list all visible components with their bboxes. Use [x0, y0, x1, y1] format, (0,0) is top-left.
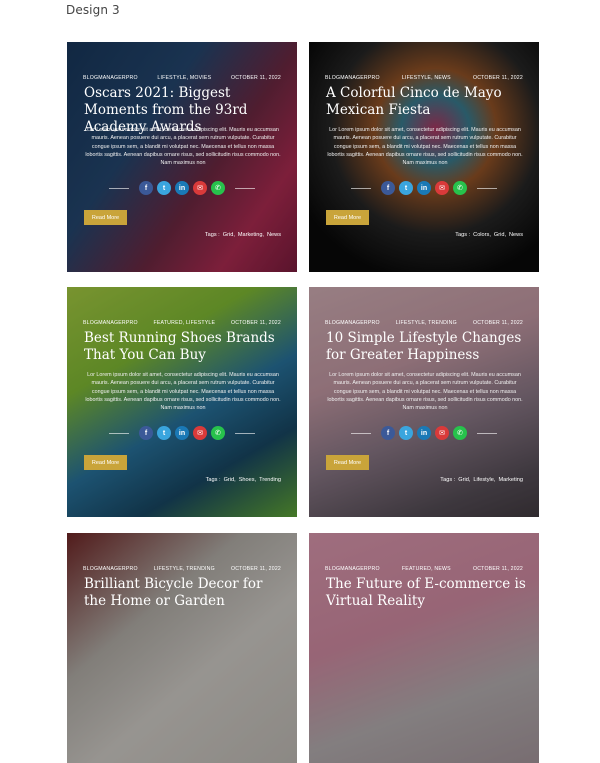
blog-card[interactable]: BLOGMANAGERPRO LIFESTYLE, TRENDING OCTOB…: [309, 287, 539, 517]
post-date: OCTOBER 11, 2022: [230, 320, 281, 326]
read-more-button[interactable]: Read More: [84, 210, 127, 225]
tag-link[interactable]: Shoes,: [239, 477, 256, 483]
twitter-icon[interactable]: t: [399, 426, 413, 440]
divider: [351, 432, 371, 434]
tag-link[interactable]: Grid,: [458, 477, 470, 483]
tag-link[interactable]: Lifestyle,: [473, 477, 495, 483]
category-links[interactable]: LIFESTYLE, TRENDING: [396, 320, 457, 326]
tags-label: Tags :: [204, 232, 220, 238]
facebook-icon[interactable]: f: [139, 181, 153, 195]
post-meta: BLOGMANAGERPRO LIFESTYLE, TRENDING OCTOB…: [325, 320, 523, 326]
read-more-button[interactable]: Read More: [326, 210, 369, 225]
author-link[interactable]: BLOGMANAGERPRO: [325, 320, 380, 326]
tag-link[interactable]: Trending: [259, 477, 281, 483]
tags-label: Tags :: [440, 477, 456, 483]
post-excerpt: Lor Lorem ipsum dolor sit amet, consecte…: [327, 372, 523, 412]
author-link[interactable]: BLOGMANAGERPRO: [325, 75, 380, 81]
tag-link[interactable]: News: [509, 232, 523, 238]
post-date: OCTOBER 11, 2022: [472, 566, 523, 572]
tag-link[interactable]: Grid,: [494, 232, 506, 238]
post-title[interactable]: A Colorful Cinco de Mayo Mexican Fiesta: [326, 85, 526, 119]
tag-list: Tags : Grid, Marketing, News: [205, 232, 281, 238]
read-more-button[interactable]: Read More: [84, 455, 127, 470]
post-date: OCTOBER 11, 2022: [472, 320, 523, 326]
post-date: OCTOBER 11, 2022: [230, 566, 281, 572]
divider: [235, 187, 255, 189]
divider: [351, 187, 371, 189]
whatsapp-icon[interactable]: ✆: [453, 426, 467, 440]
post-title[interactable]: Brilliant Bicycle Decor for the Home or …: [84, 576, 284, 610]
post-excerpt: Lor Lorem ipsum dolor sit amet, consecte…: [85, 372, 281, 412]
mail-icon[interactable]: ✉: [435, 426, 449, 440]
author-link[interactable]: BLOGMANAGERPRO: [325, 566, 380, 572]
tag-list: Tags : Grid, Lifestyle, Marketing: [440, 477, 523, 483]
post-meta: BLOGMANAGERPRO LIFESTYLE, MOVIES OCTOBER…: [83, 75, 281, 81]
divider: [235, 432, 255, 434]
category-links[interactable]: LIFESTYLE, MOVIES: [157, 75, 211, 81]
blog-card[interactable]: BLOGMANAGERPRO FEATURED, NEWS OCTOBER 11…: [309, 533, 539, 763]
post-meta: BLOGMANAGERPRO LIFESTYLE, NEWS OCTOBER 1…: [325, 75, 523, 81]
whatsapp-icon[interactable]: ✆: [211, 426, 225, 440]
share-bar: f t in ✉ ✆: [309, 181, 539, 195]
design-label: Design 3: [66, 3, 120, 17]
share-bar: f t in ✉ ✆: [309, 426, 539, 440]
twitter-icon[interactable]: t: [157, 181, 171, 195]
author-link[interactable]: BLOGMANAGERPRO: [83, 75, 138, 81]
tags-label: Tags :: [455, 232, 471, 238]
blog-card[interactable]: BLOGMANAGERPRO FEATURED, LIFESTYLE OCTOB…: [67, 287, 297, 517]
post-title[interactable]: Best Running Shoes Brands That You Can B…: [84, 330, 284, 364]
author-link[interactable]: BLOGMANAGERPRO: [83, 320, 138, 326]
mail-icon[interactable]: ✉: [193, 426, 207, 440]
category-links[interactable]: LIFESTYLE, NEWS: [402, 75, 451, 81]
tag-link[interactable]: Grid,: [223, 232, 235, 238]
post-meta: BLOGMANAGERPRO LIFESTYLE, TRENDING OCTOB…: [83, 566, 281, 572]
divider: [109, 432, 129, 434]
linkedin-icon[interactable]: in: [417, 181, 431, 195]
share-bar: f t in ✉ ✆: [67, 181, 297, 195]
post-date: OCTOBER 11, 2022: [230, 75, 281, 81]
category-links[interactable]: FEATURED, LIFESTYLE: [154, 320, 216, 326]
facebook-icon[interactable]: f: [139, 426, 153, 440]
tag-link[interactable]: News: [267, 232, 281, 238]
blog-card[interactable]: BLOGMANAGERPRO LIFESTYLE, TRENDING OCTOB…: [67, 533, 297, 763]
post-meta: BLOGMANAGERPRO FEATURED, NEWS OCTOBER 11…: [325, 566, 523, 572]
facebook-icon[interactable]: f: [381, 426, 395, 440]
linkedin-icon[interactable]: in: [417, 426, 431, 440]
blog-card[interactable]: BLOGMANAGERPRO LIFESTYLE, MOVIES OCTOBER…: [67, 42, 297, 272]
whatsapp-icon[interactable]: ✆: [453, 181, 467, 195]
linkedin-icon[interactable]: in: [175, 426, 189, 440]
tag-link[interactable]: Grid,: [224, 477, 236, 483]
author-link[interactable]: BLOGMANAGERPRO: [83, 566, 138, 572]
linkedin-icon[interactable]: in: [175, 181, 189, 195]
post-date: OCTOBER 11, 2022: [472, 75, 523, 81]
whatsapp-icon[interactable]: ✆: [211, 181, 225, 195]
mail-icon[interactable]: ✉: [435, 181, 449, 195]
tag-list: Tags : Colors, Grid, News: [455, 232, 523, 238]
tag-link[interactable]: Marketing: [498, 477, 523, 483]
post-title[interactable]: 10 Simple Lifestyle Changes for Greater …: [326, 330, 526, 364]
post-excerpt: Lor Lorem ipsum dolor sit amet, consecte…: [85, 127, 281, 167]
category-links[interactable]: FEATURED, NEWS: [402, 566, 451, 572]
facebook-icon[interactable]: f: [381, 181, 395, 195]
tag-list: Tags : Grid, Shoes, Trending: [206, 477, 281, 483]
twitter-icon[interactable]: t: [399, 181, 413, 195]
twitter-icon[interactable]: t: [157, 426, 171, 440]
divider: [477, 187, 497, 189]
divider: [477, 432, 497, 434]
tag-link[interactable]: Marketing,: [238, 232, 264, 238]
tags-label: Tags :: [205, 477, 221, 483]
tag-link[interactable]: Colors,: [473, 232, 491, 238]
post-excerpt: Lor Lorem ipsum dolor sit amet, consecte…: [327, 127, 523, 167]
category-links[interactable]: LIFESTYLE, TRENDING: [154, 566, 215, 572]
blog-card[interactable]: BLOGMANAGERPRO LIFESTYLE, NEWS OCTOBER 1…: [309, 42, 539, 272]
mail-icon[interactable]: ✉: [193, 181, 207, 195]
post-title[interactable]: The Future of E-commerce is Virtual Real…: [326, 576, 526, 610]
share-bar: f t in ✉ ✆: [67, 426, 297, 440]
divider: [109, 187, 129, 189]
read-more-button[interactable]: Read More: [326, 455, 369, 470]
post-meta: BLOGMANAGERPRO FEATURED, LIFESTYLE OCTOB…: [83, 320, 281, 326]
